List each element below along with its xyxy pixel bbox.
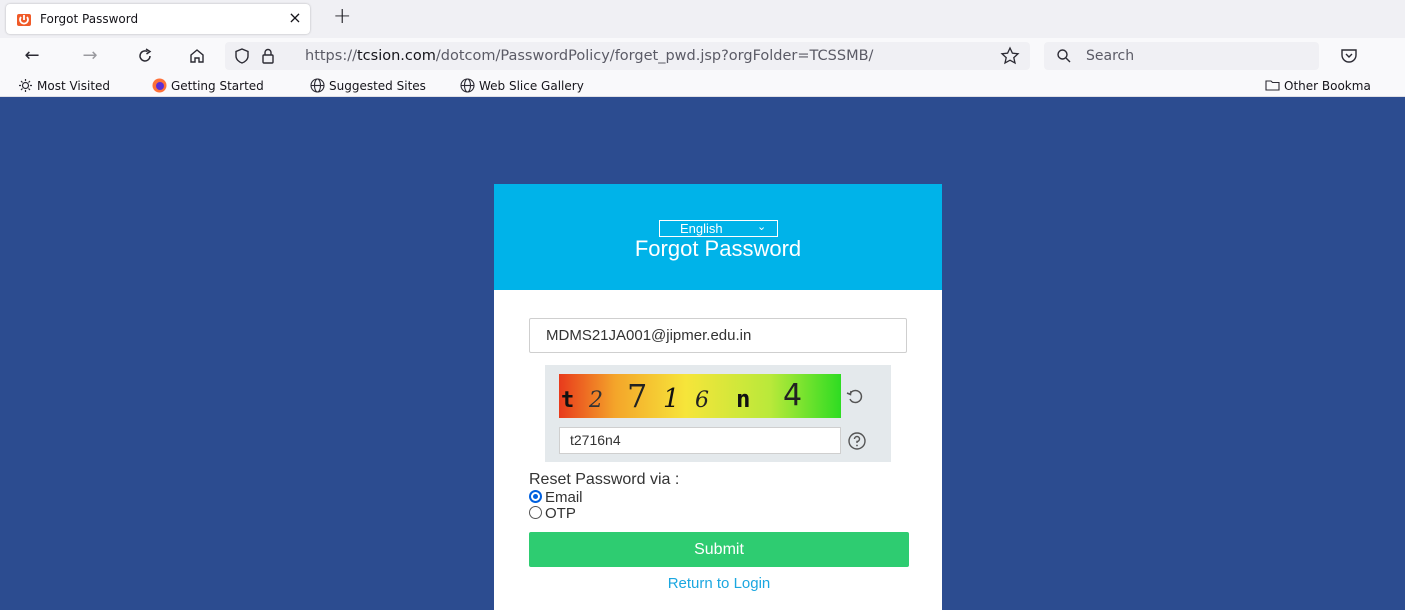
url-text[interactable]: https://tcsion.com/dotcom/PasswordPolicy… [305, 48, 995, 64]
page-title: Forgot Password [634, 236, 802, 261]
captcha-text: t 2 7 1 6 n 4 [561, 377, 802, 415]
card-header: English ⌄ Forgot Password [494, 184, 942, 290]
captcha-char-5: 6 [695, 388, 709, 413]
return-to-login-link[interactable]: Return to Login [494, 575, 944, 592]
site-power-icon [17, 14, 31, 26]
new-tab-icon[interactable]: + [333, 4, 351, 29]
home-icon[interactable] [185, 44, 209, 68]
captcha-image: t 2 7 1 6 n 4 [559, 374, 841, 418]
url-bar[interactable]: https://tcsion.com/dotcom/PasswordPolicy… [225, 42, 1030, 70]
captcha-char-3: 7 [627, 377, 647, 415]
forgot-password-card: English ⌄ Forgot Password MDMS21JA001@ji… [494, 184, 942, 610]
nav-bar: ← → https://tcsion.com/dotcom/PasswordPo… [0, 38, 1405, 74]
radio-email-label: Email [545, 489, 583, 506]
refresh-captcha-icon[interactable] [845, 386, 865, 406]
tab-bar: Forgot Password × + [0, 0, 1405, 38]
captcha-char-2: 2 [588, 388, 603, 413]
browser-chrome: Forgot Password × + ← → https://tcsion.c… [0, 0, 1405, 97]
lock-icon[interactable] [259, 47, 277, 65]
pocket-icon[interactable] [1339, 46, 1359, 66]
tab-title: Forgot Password [40, 12, 139, 26]
globe-icon [310, 78, 325, 93]
bookmark-star-icon[interactable] [1000, 46, 1020, 66]
search-icon [1057, 49, 1071, 63]
language-value: English [680, 221, 723, 236]
radio-email[interactable]: Email [529, 489, 583, 506]
folder-icon [1265, 80, 1280, 91]
bookmarks-toolbar: Most Visited Getting Started Suggested S… [0, 74, 1405, 97]
reload-icon[interactable] [133, 44, 157, 68]
radio-unchecked-icon[interactable] [529, 506, 542, 519]
shield-icon[interactable] [233, 47, 251, 65]
bookmark-web-slice-gallery[interactable]: Web Slice Gallery [460, 78, 584, 93]
captcha-char-1: t [561, 388, 574, 413]
firefox-icon [152, 78, 167, 93]
tab-forgot-password[interactable]: Forgot Password × [6, 4, 310, 34]
captcha-input[interactable]: t2716n4 [559, 427, 841, 454]
captcha-panel: t 2 7 1 6 n 4 t2716n4 [545, 365, 891, 462]
language-select[interactable]: English ⌄ [659, 220, 778, 237]
bookmark-other-bookmarks[interactable]: Other Bookma [1265, 78, 1371, 93]
forward-icon[interactable]: → [78, 44, 102, 68]
close-tab-icon[interactable]: × [286, 8, 304, 27]
reset-via-label: Reset Password via : [529, 471, 680, 488]
bookmark-getting-started[interactable]: Getting Started [152, 78, 264, 93]
captcha-char-7: 4 [783, 378, 802, 413]
radio-otp[interactable]: OTP [529, 505, 576, 522]
globe-icon [460, 78, 475, 93]
chevron-down-icon: ⌄ [757, 221, 767, 233]
email-field[interactable]: MDMS21JA001@jipmer.edu.in [529, 318, 907, 353]
bookmark-suggested-sites[interactable]: Suggested Sites [310, 78, 426, 93]
gear-icon [19, 79, 32, 92]
help-icon[interactable] [847, 431, 867, 451]
submit-button[interactable]: Submit [529, 532, 909, 567]
radio-otp-label: OTP [545, 505, 576, 522]
bookmark-most-visited[interactable]: Most Visited [18, 78, 110, 93]
radio-checked-icon[interactable] [529, 490, 542, 503]
captcha-char-4: 1 [663, 384, 680, 414]
captcha-char-6: n [736, 385, 750, 413]
back-icon[interactable]: ← [20, 44, 44, 68]
search-placeholder: Search [1086, 48, 1135, 64]
search-bar[interactable]: Search [1044, 42, 1319, 70]
